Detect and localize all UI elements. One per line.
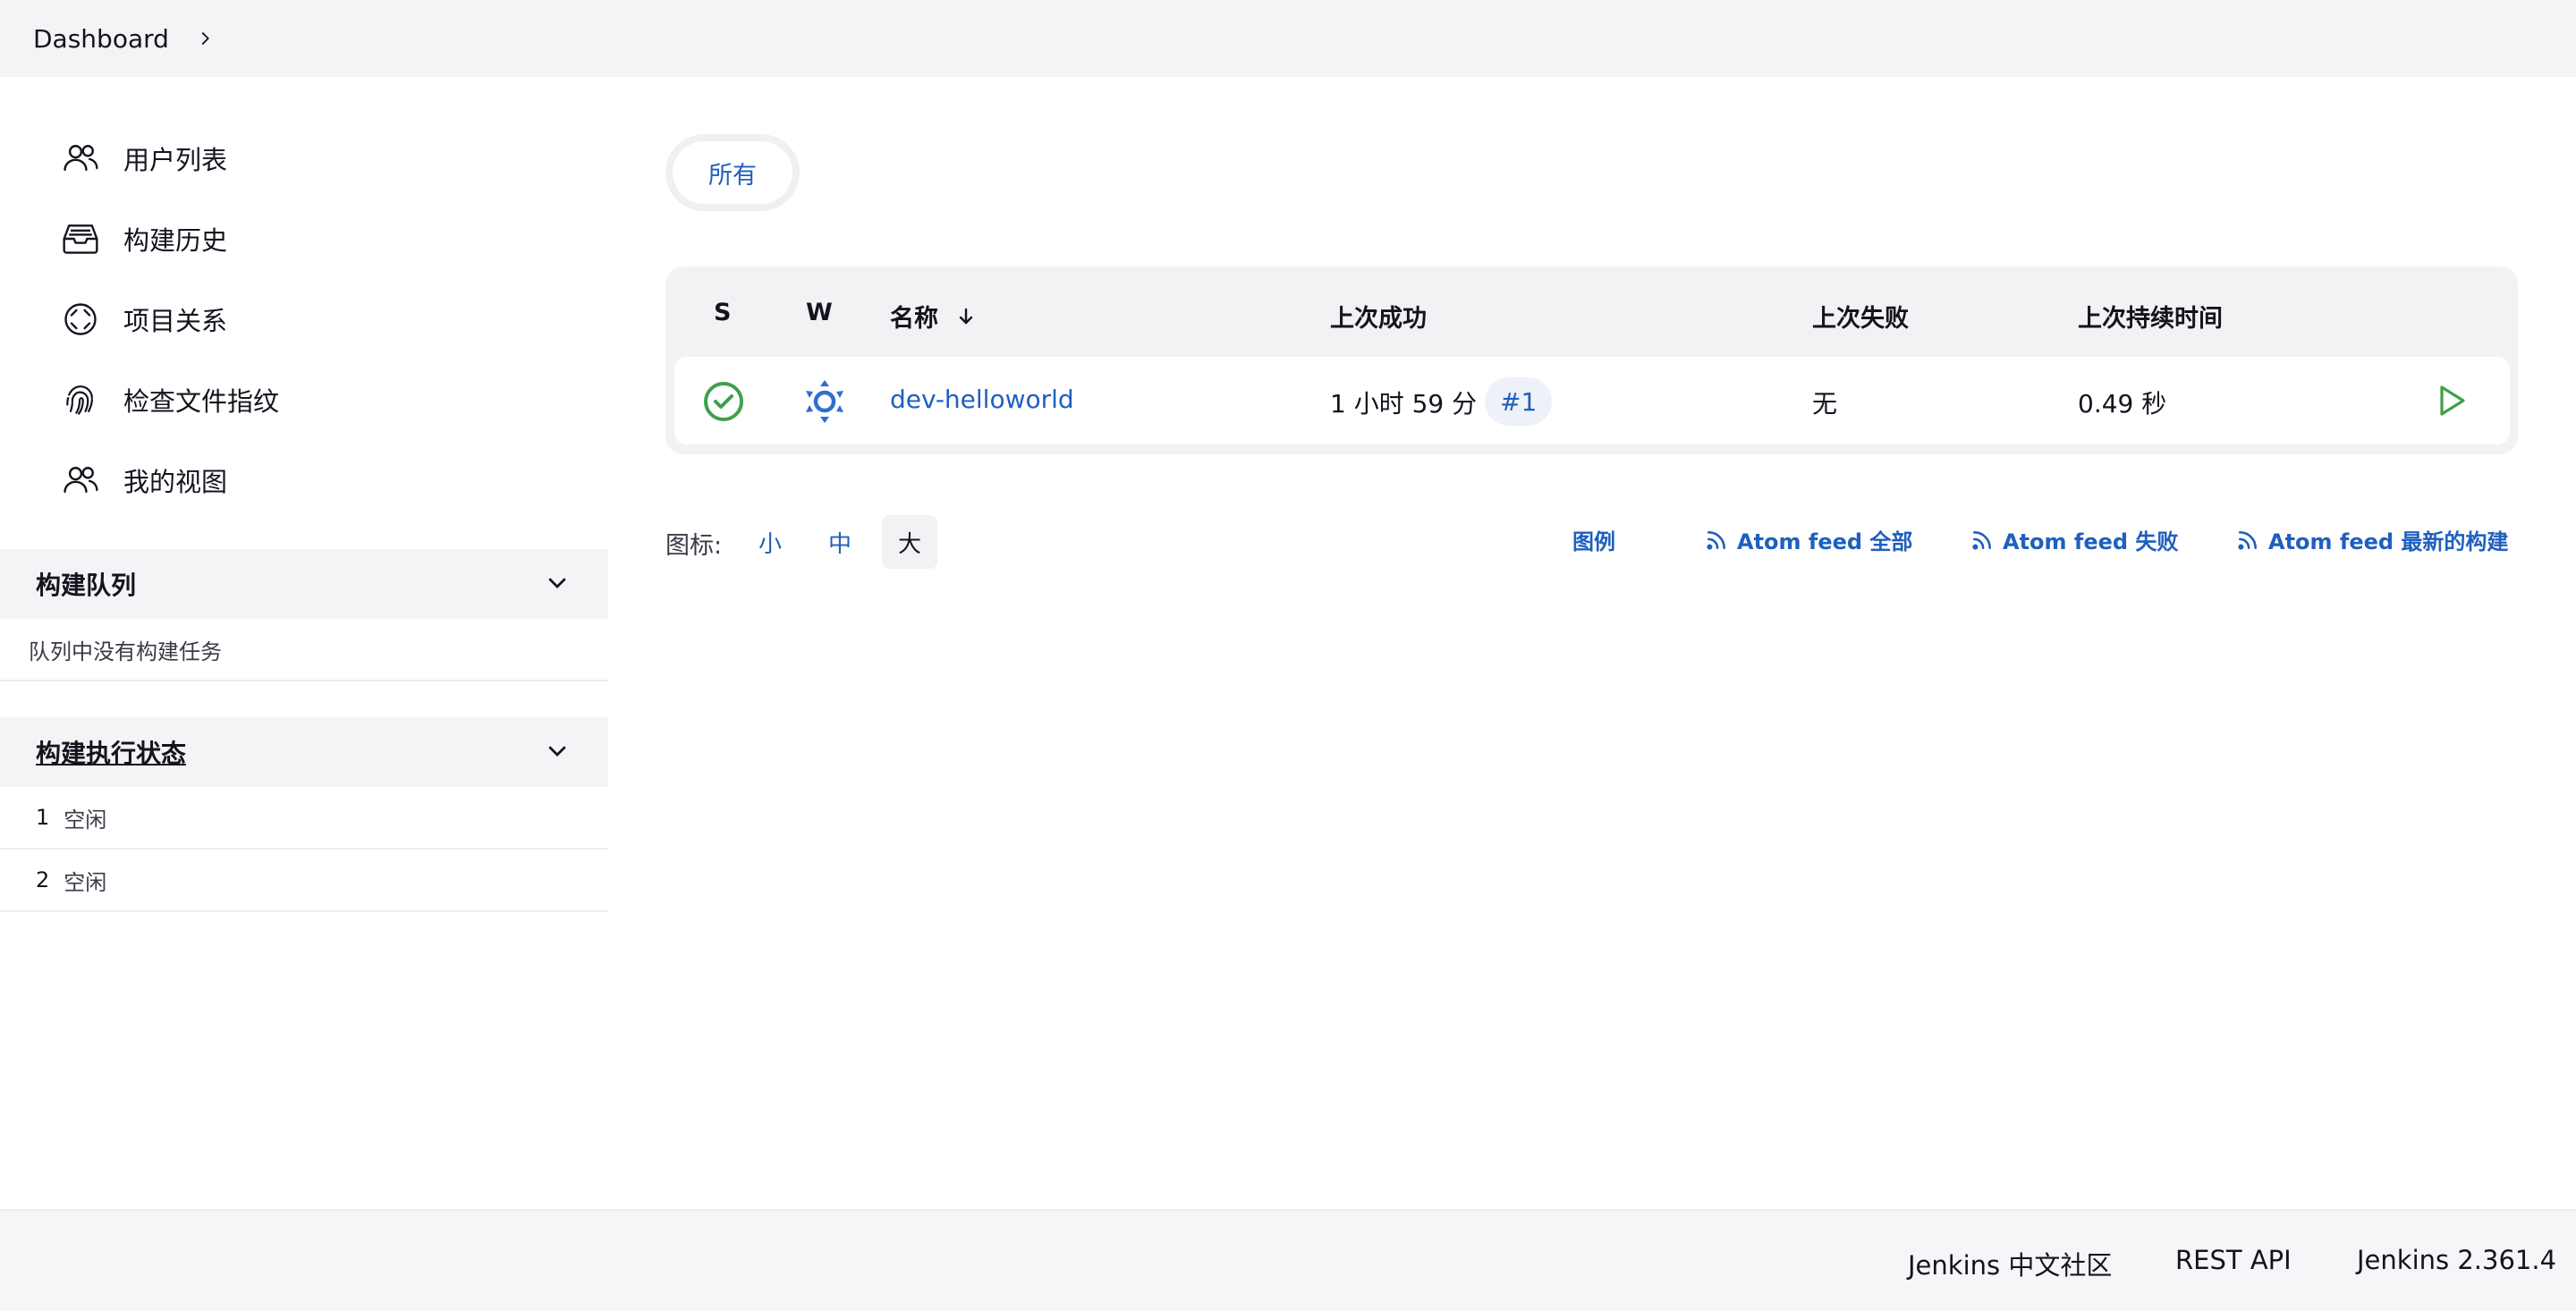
rss-icon xyxy=(1707,530,1725,550)
people-icon xyxy=(57,457,104,503)
sidebar-item-label: 检查文件指纹 xyxy=(123,386,280,417)
run-build-button[interactable] xyxy=(2431,381,2470,420)
atom-feed-failed-link[interactable]: Atom feed 失败 xyxy=(1970,524,2178,555)
sidebar-item-fingerprint[interactable]: 检查文件指纹 xyxy=(54,364,555,436)
build-queue-empty: 队列中没有构建任务 xyxy=(0,619,608,681)
breadcrumb-bar: Dashboard xyxy=(0,0,2576,77)
icon-size-medium[interactable]: 中 xyxy=(821,515,859,569)
job-name-cell: dev-helloworld xyxy=(890,385,1074,414)
last-failure-cell: 无 xyxy=(1812,389,1838,419)
icon-size-label: 图标: xyxy=(665,532,723,560)
executor-row: 1 空闲 xyxy=(0,787,608,850)
executor-status-header[interactable]: 构建执行状态 xyxy=(0,717,608,787)
atom-feed-latest-link[interactable]: Atom feed 最新的构建 xyxy=(2236,524,2508,555)
rss-icon xyxy=(1972,530,1991,550)
fingerprint-icon xyxy=(57,376,104,423)
executor-status: 空闲 xyxy=(64,869,107,895)
atom-feed-failed-label: Atom feed 失败 xyxy=(2003,529,2179,554)
build-queue-title: 构建队列 xyxy=(36,571,137,600)
build-queue-empty-text: 队列中没有构建任务 xyxy=(29,639,222,664)
view-tabs: 所有 xyxy=(665,134,800,211)
sidebar-item-label: 项目关系 xyxy=(123,306,228,336)
footer-rest-api-link[interactable]: REST API xyxy=(2175,1245,2292,1275)
executor-status: 空闲 xyxy=(64,807,107,833)
sidebar-item-my-views[interactable]: 我的视图 xyxy=(54,444,555,516)
executor-row: 2 空闲 xyxy=(0,850,608,912)
atom-feed-latest-label: Atom feed 最新的构建 xyxy=(2268,529,2509,554)
rss-icon xyxy=(2238,530,2257,550)
atom-feed-all-link[interactable]: Atom feed 全部 xyxy=(1705,524,1912,555)
sidebar-item-label: 我的视图 xyxy=(123,467,228,497)
executor-number: 1 xyxy=(36,805,50,830)
sidebar-item-label: 构建历史 xyxy=(123,225,228,256)
column-header-name-label: 名称 xyxy=(890,305,938,333)
icon-size-large[interactable]: 大 xyxy=(882,515,937,569)
column-header-weather[interactable]: W xyxy=(806,299,833,326)
legend-link[interactable]: 图例 xyxy=(1572,524,1615,555)
chevron-right-icon[interactable] xyxy=(192,26,217,51)
inbox-tray-icon xyxy=(57,216,104,262)
last-duration-cell: 0.49 秒 xyxy=(2078,389,2167,419)
sort-arrow-down-icon xyxy=(955,306,977,334)
success-status-icon xyxy=(702,380,745,423)
sidebar-item-users[interactable]: 用户列表 xyxy=(54,123,555,194)
column-header-last-success[interactable]: 上次成功 xyxy=(1330,299,1427,334)
sidebar-item-label: 用户列表 xyxy=(123,145,228,175)
executor-status-title[interactable]: 构建执行状态 xyxy=(36,734,186,770)
sidebar-item-build-history[interactable]: 构建历史 xyxy=(54,203,555,275)
atom-feed-all-label: Atom feed 全部 xyxy=(1737,529,1913,554)
column-header-name[interactable]: 名称 xyxy=(890,299,977,334)
chevron-down-icon[interactable] xyxy=(544,737,571,767)
build-number-link[interactable]: #1 xyxy=(1485,377,1553,426)
sunny-weather-icon xyxy=(802,379,847,424)
people-icon xyxy=(57,135,104,182)
footer-community-link[interactable]: Jenkins 中文社区 xyxy=(1908,1245,2112,1282)
focus-circle-icon xyxy=(57,296,104,343)
play-icon xyxy=(2440,385,2465,416)
column-header-last-failure[interactable]: 上次失败 xyxy=(1812,299,1909,334)
breadcrumb-dashboard[interactable]: Dashboard xyxy=(33,24,169,54)
last-success-cell: 1 小时 59 分 xyxy=(1330,389,1478,419)
footer-version-link[interactable]: Jenkins 2.361.4 xyxy=(2357,1245,2556,1275)
sidebar-item-project-relationship[interactable]: 项目关系 xyxy=(54,283,555,355)
executor-number: 2 xyxy=(36,867,50,892)
icon-size-small[interactable]: 小 xyxy=(751,515,789,569)
job-link[interactable]: dev-helloworld xyxy=(890,385,1074,414)
tab-all[interactable]: 所有 xyxy=(673,141,792,204)
chevron-down-icon[interactable] xyxy=(544,569,571,599)
build-queue-header[interactable]: 构建队列 xyxy=(0,549,608,619)
column-header-status[interactable]: S xyxy=(714,299,731,326)
legend-label: 图例 xyxy=(1572,529,1615,554)
column-header-last-duration[interactable]: 上次持续时间 xyxy=(2078,299,2223,334)
